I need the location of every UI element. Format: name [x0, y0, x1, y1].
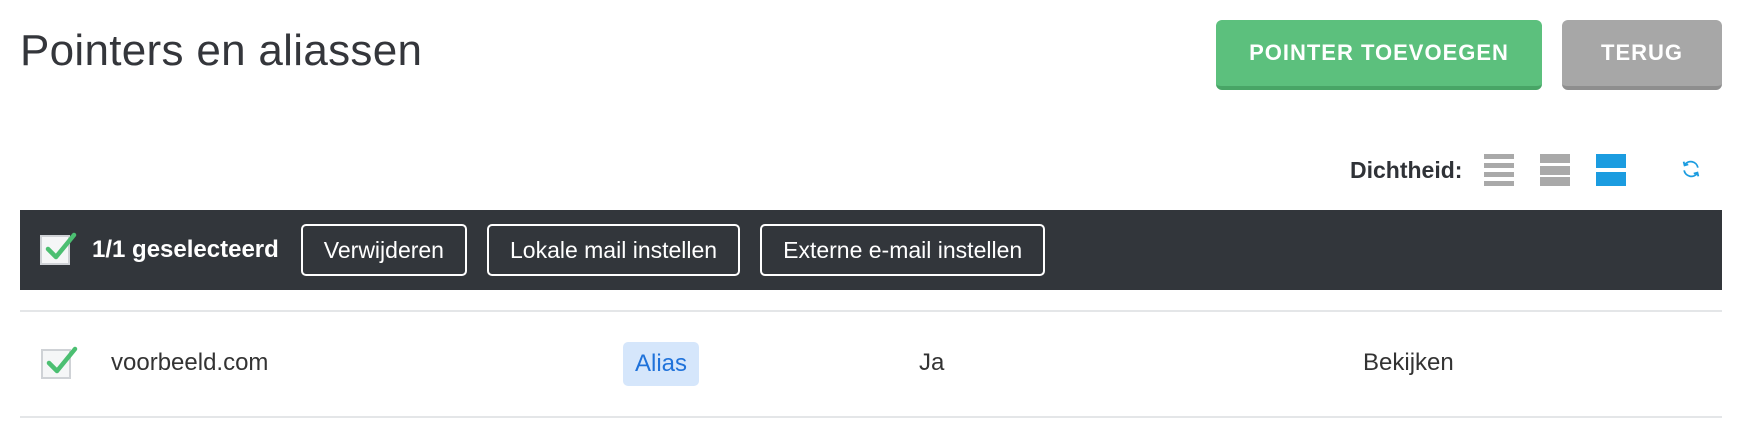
domain-cell: voorbeeld.com: [111, 349, 269, 376]
density-compact-icon[interactable]: [1484, 154, 1515, 186]
status-cell: Ja: [919, 349, 945, 376]
checkmark-icon: [46, 346, 78, 374]
density-label: Dichtheid:: [1350, 156, 1463, 183]
type-badge: Alias: [623, 342, 700, 386]
bulk-action-bar: 1/1 geselecteerd Verwijderen Lokale mail…: [20, 210, 1722, 290]
set-external-email-button[interactable]: Externe e-mail instellen: [760, 224, 1046, 276]
set-local-mail-button[interactable]: Lokale mail instellen: [486, 224, 741, 276]
row-checkbox[interactable]: [41, 346, 78, 379]
density-normal-icon[interactable]: [1540, 154, 1571, 186]
density-wide-icon[interactable]: [1596, 154, 1627, 186]
refresh-icon[interactable]: [1680, 158, 1702, 180]
table-row: voorbeeld.com Alias Ja Bekijken: [20, 312, 1722, 416]
add-pointer-button[interactable]: POINTER TOEVOEGEN: [1216, 20, 1542, 90]
checkmark-icon: [45, 232, 77, 260]
table-divider: [20, 416, 1722, 418]
density-selector: Dichtheid:: [1350, 150, 1652, 190]
back-button[interactable]: TERUG: [1562, 20, 1722, 90]
select-all-checkbox[interactable]: [40, 232, 77, 265]
view-link[interactable]: Bekijken: [1363, 349, 1454, 377]
page-title: Pointers en aliassen: [20, 26, 423, 75]
delete-button[interactable]: Verwijderen: [300, 224, 467, 276]
selection-count: 1/1 geselecteerd: [92, 236, 279, 263]
